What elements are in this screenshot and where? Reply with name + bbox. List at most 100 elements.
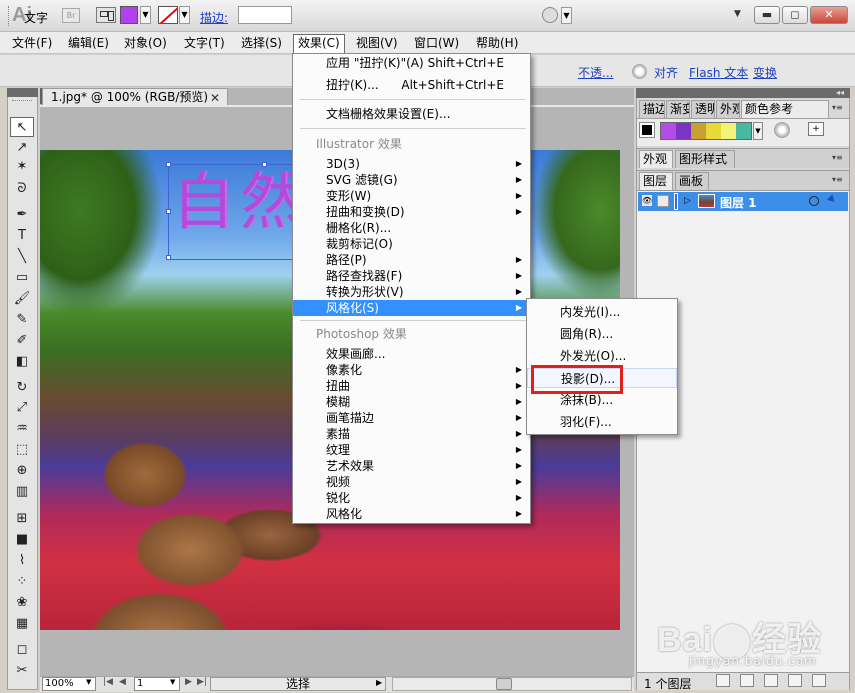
stroke-color-swatch[interactable] <box>158 6 178 24</box>
menu-item-photoshop-effect[interactable]: 效果画廊... <box>293 346 530 362</box>
eraser-tool-icon[interactable]: ◧ <box>10 352 34 372</box>
horizontal-scrollbar[interactable] <box>392 677 632 691</box>
save-color-group-icon[interactable]: + <box>808 122 824 136</box>
locate-object-icon[interactable] <box>716 674 730 687</box>
menu-help[interactable]: 帮助(H) <box>472 35 522 52</box>
harmony-swatch[interactable] <box>691 123 706 139</box>
close-icon[interactable]: ✕ <box>210 91 220 105</box>
menu-item-photoshop-effect[interactable]: 锐化 ▶ <box>293 490 530 506</box>
menu-item-photoshop-effect[interactable]: 画笔描边 ▶ <box>293 410 530 426</box>
pencil-tool-icon[interactable]: ✎ <box>10 310 34 330</box>
panel-dock-grip[interactable]: ◂◂ <box>636 88 850 98</box>
new-sublayer-icon[interactable] <box>764 674 778 687</box>
menu-item-photoshop-effect[interactable]: 视频 ▶ <box>293 474 530 490</box>
menu-item-illustrator-effect[interactable]: 栅格化(R)... <box>293 220 530 236</box>
menu-item-last-effect[interactable]: 扭拧(K)... Alt+Shift+Ctrl+E <box>293 77 530 93</box>
tab-stroke[interactable]: 描边 <box>639 100 665 118</box>
edit-colors-icon[interactable] <box>774 122 790 138</box>
artboard-tool-icon[interactable]: ◻ <box>10 640 34 660</box>
tab-appearance[interactable]: 外观 <box>716 100 740 118</box>
tab-graphic-styles[interactable]: 图形样式 <box>675 150 735 168</box>
pen-tool-icon[interactable]: ✒ <box>10 205 34 225</box>
bbox-handle[interactable] <box>166 255 171 260</box>
document-tab[interactable]: 1.jpg* @ 100% (RGB/预览) <box>42 88 228 106</box>
fill-dropdown-icon[interactable]: ▼ <box>140 6 151 24</box>
tab-gradient[interactable]: 渐变 <box>666 100 690 118</box>
submenu-item-stylize[interactable]: 外发光(O)... <box>527 346 677 366</box>
selection-tool-icon[interactable]: ↖ <box>10 117 34 137</box>
panel-menu-icon[interactable]: ▾≡ <box>832 175 843 184</box>
artboard-dropdown-icon[interactable]: ▼ <box>170 678 175 686</box>
stroke-weight-field[interactable] <box>238 6 292 24</box>
menu-item-photoshop-effect[interactable]: 纹理 ▶ <box>293 442 530 458</box>
layer-name[interactable]: 图层 1 <box>720 194 757 211</box>
blob-brush-tool-icon[interactable]: ✐ <box>10 331 34 351</box>
menu-edit[interactable]: 编辑(E) <box>64 35 113 52</box>
menu-item-illustrator-effect[interactable]: 转换为形状(V) ▶ <box>293 284 530 300</box>
lock-toggle-icon[interactable] <box>657 195 669 207</box>
harmony-swatch[interactable] <box>736 123 751 139</box>
panel-menu-icon[interactable]: ▾≡ <box>832 153 843 162</box>
graphic-style-icon[interactable] <box>632 64 647 79</box>
symbol-sprayer-tool-icon[interactable]: ❀ <box>10 593 34 613</box>
trash-icon[interactable] <box>812 674 826 687</box>
tools-panel-header[interactable] <box>7 88 38 97</box>
expand-triangle-icon[interactable]: ▷ <box>684 196 691 206</box>
menu-item-illustrator-effect[interactable]: 扭曲和变换(D) ▶ <box>293 204 530 220</box>
menu-effect[interactable]: 效果(C) <box>293 34 345 54</box>
workspace-dropdown-icon[interactable]: ▼ <box>734 9 741 19</box>
harmony-swatch[interactable] <box>706 123 721 139</box>
submenu-item-stylize[interactable]: 羽化(F)... <box>527 412 677 432</box>
eye-icon[interactable]: 👁 <box>642 195 652 206</box>
menu-item-photoshop-effect[interactable]: 素描 ▶ <box>293 426 530 442</box>
menu-item-illustrator-effect[interactable]: 3D(3) ▶ <box>293 156 530 172</box>
tools-grip[interactable] <box>12 100 32 103</box>
column-graph-tool-icon[interactable]: ▦ <box>10 614 34 634</box>
minimize-button[interactable]: ▬ <box>754 6 780 24</box>
menu-item-photoshop-effect[interactable]: 像素化 ▶ <box>293 362 530 378</box>
menu-item-illustrator-effect[interactable]: 路径(P) ▶ <box>293 252 530 268</box>
type-tool-icon[interactable]: T <box>10 226 34 246</box>
flash-text-link[interactable]: Flash 文本 <box>689 64 748 81</box>
menu-item-illustrator-effect[interactable]: 风格化(S) ▶ <box>293 300 530 316</box>
menu-file[interactable]: 文件(F) <box>8 35 56 52</box>
bridge-button[interactable]: Br <box>62 8 80 23</box>
menu-type[interactable]: 文字(T) <box>180 35 229 52</box>
harmony-colors-strip[interactable] <box>660 122 752 140</box>
line-tool-icon[interactable]: ╲ <box>10 247 34 267</box>
harmony-swatch[interactable] <box>661 123 676 139</box>
menu-item-illustrator-effect[interactable]: 裁剪标记(O) <box>293 236 530 252</box>
menu-item-apply-last-effect[interactable]: 应用 "扭拧(K)"(A) Shift+Ctrl+E <box>293 55 530 71</box>
bbox-handle[interactable] <box>166 162 171 167</box>
tab-color-guide[interactable]: 颜色参考 <box>741 100 829 118</box>
new-layer-icon[interactable] <box>788 674 802 687</box>
bbox-handle[interactable] <box>166 209 171 214</box>
scale-tool-icon[interactable]: ⤢ <box>10 398 34 418</box>
panel-menu-icon[interactable]: ▾≡ <box>832 103 843 112</box>
stroke-dropdown-icon[interactable]: ▼ <box>179 6 190 24</box>
tab-layers[interactable]: 图层 <box>639 172 673 190</box>
submenu-item-stylize[interactable]: 内发光(I)... <box>527 302 677 322</box>
menu-item-illustrator-effect[interactable]: 变形(W) ▶ <box>293 188 530 204</box>
opacity-link[interactable]: 不透... <box>578 64 613 81</box>
eyedropper-tool-icon[interactable]: ⌇ <box>10 551 34 571</box>
arrange-documents-icon[interactable] <box>96 7 116 23</box>
last-artboard-icon[interactable]: ▶| <box>197 677 207 687</box>
status-field[interactable]: 选择 <box>210 677 386 691</box>
fill-color-swatch[interactable] <box>120 6 138 24</box>
target-icon[interactable] <box>809 196 819 206</box>
previous-artboard-icon[interactable]: ◀ <box>119 677 126 687</box>
graph-tool-icon[interactable]: ▥ <box>10 482 34 502</box>
status-menu-icon[interactable]: ▶ <box>376 678 382 687</box>
bbox-handle[interactable] <box>262 162 267 167</box>
paintbrush-tool-icon[interactable]: 🖌 <box>10 289 34 309</box>
horizontal-scrollbar-thumb[interactable] <box>496 678 512 690</box>
menu-object[interactable]: 对象(O) <box>120 35 171 52</box>
rectangle-tool-icon[interactable]: ▭ <box>10 268 34 288</box>
lasso-tool-icon[interactable]: ᘐ <box>10 179 34 199</box>
free-transform-tool-icon[interactable]: ⬚ <box>10 440 34 460</box>
tab-appearance-panel[interactable]: 外观 <box>639 150 673 168</box>
mesh-tool-icon[interactable]: ⊞ <box>10 509 34 529</box>
stroke-link[interactable]: 描边: <box>200 9 228 26</box>
transform-link[interactable]: 变换 <box>753 64 777 81</box>
